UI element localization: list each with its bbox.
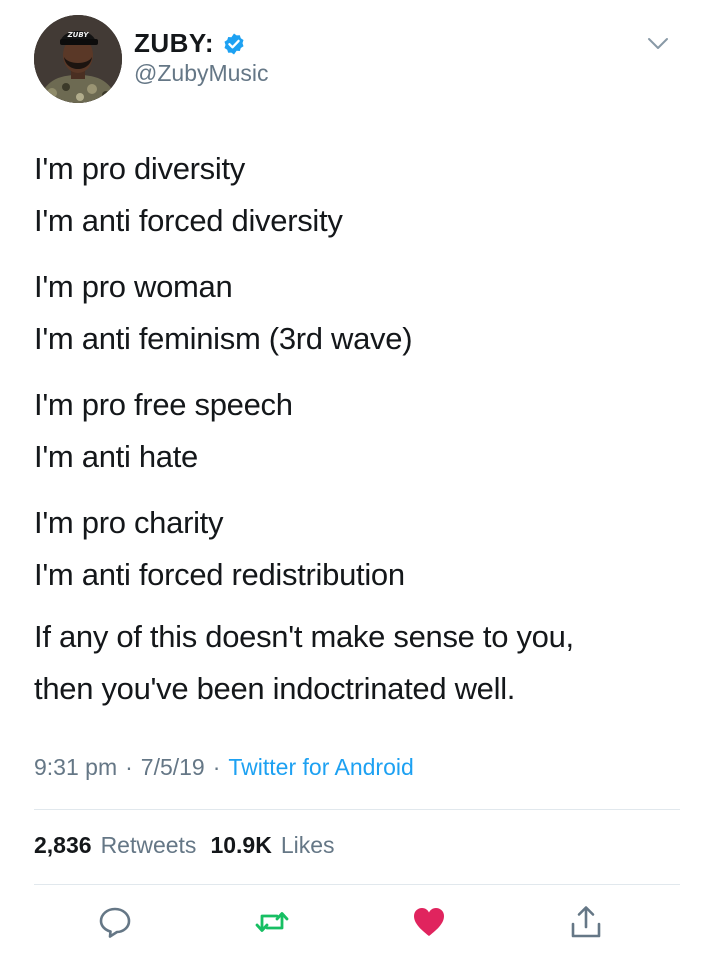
tweet-line: I'm anti feminism (3rd wave)	[34, 321, 413, 356]
svg-text:ZUBY: ZUBY	[67, 31, 90, 39]
user-handle[interactable]: @ZubyMusic	[134, 60, 269, 87]
heart-icon[interactable]	[409, 902, 449, 942]
tweet-line: I'm pro free speech	[34, 387, 293, 422]
avatar[interactable]: ZUBY	[34, 15, 122, 103]
meta-separator: ·	[212, 754, 221, 780]
tweet-meta: 9:31 pm · 7/5/19 · Twitter for Android	[34, 754, 414, 781]
action-bar	[0, 900, 701, 944]
divider	[34, 884, 680, 885]
tweet-line: I'm pro charity	[34, 505, 224, 540]
tweet-date: 7/5/19	[140, 754, 205, 780]
likes-stat[interactable]: 10.9K Likes	[210, 832, 334, 859]
tweet-line: I'm anti forced diversity	[34, 203, 343, 238]
verified-badge-icon	[222, 32, 246, 56]
tweet-line: then you've been indoctrinated well.	[34, 671, 516, 706]
likes-count: 10.9K	[210, 832, 272, 858]
chevron-down-icon[interactable]	[646, 36, 670, 52]
tweet-line: I'm pro woman	[34, 269, 233, 304]
share-icon[interactable]	[566, 902, 606, 942]
tweet-stats: 2,836 Retweets 10.9K Likes	[34, 832, 335, 859]
divider	[34, 809, 680, 810]
avatar-image: ZUBY	[34, 15, 122, 103]
tweet-line: I'm anti forced redistribution	[34, 557, 405, 592]
tweet-line: If any of this doesn't make sense to you…	[34, 619, 574, 654]
retweets-count: 2,836	[34, 832, 92, 858]
tweet-line: I'm pro diversity	[34, 151, 245, 186]
tweet-text: I'm pro diversity I'm anti forced divers…	[34, 143, 674, 715]
display-name[interactable]: ZUBY:	[134, 28, 214, 59]
tweet-line: I'm anti hate	[34, 439, 198, 474]
tweet-time: 9:31 pm	[34, 754, 118, 780]
retweets-label: Retweets	[100, 832, 197, 858]
tweet-card: ZUBY ZUBY: @ZubyMusic I'm pro diversity …	[0, 0, 701, 960]
likes-label: Likes	[280, 832, 335, 858]
reply-icon[interactable]	[95, 902, 135, 942]
retweet-icon[interactable]	[252, 902, 292, 942]
tweet-source-link[interactable]: Twitter for Android	[228, 754, 413, 781]
meta-separator: ·	[125, 754, 133, 780]
retweets-stat[interactable]: 2,836 Retweets	[34, 832, 196, 859]
author-name-row[interactable]: ZUBY:	[134, 28, 246, 59]
